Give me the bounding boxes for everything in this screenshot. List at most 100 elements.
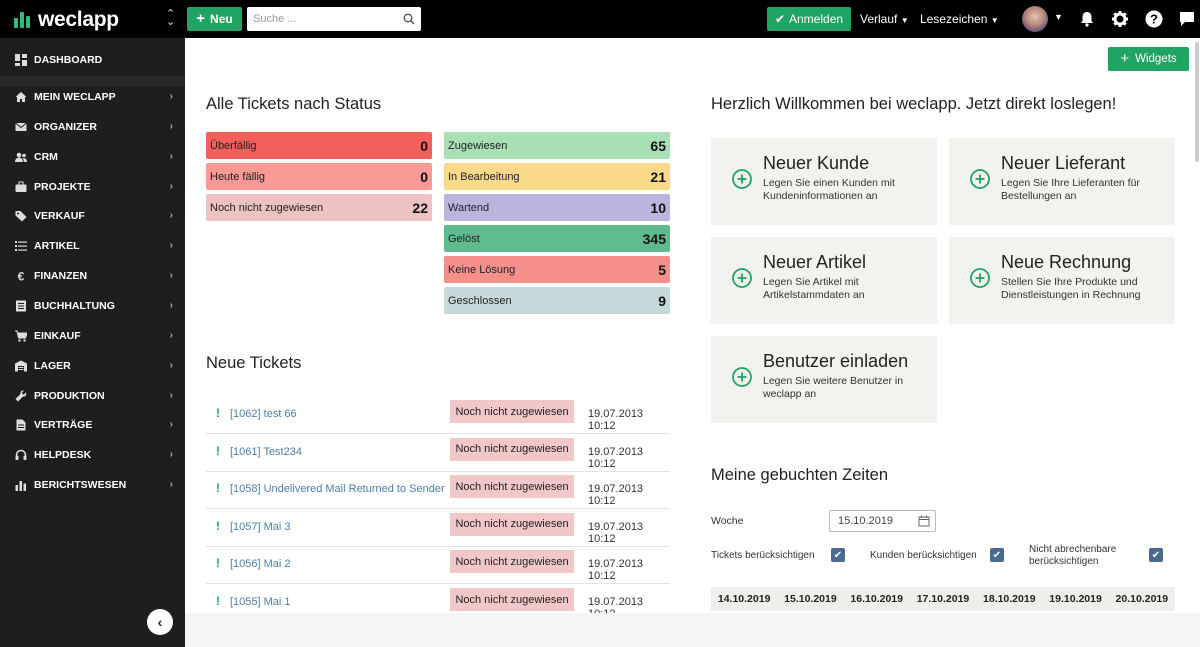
- status-tile[interactable]: Zugewiesen 65: [444, 132, 670, 159]
- top-navigation-bar: weclapp ⌃⌄ + Neu ✔ Anmelden Verlauf ▼ Le…: [0, 0, 1200, 38]
- quick-action-card[interactable]: Neue Rechnung Stellen Sie Ihre Produkte u…: [949, 237, 1175, 324]
- sidebar-item-label: ORGANIZER: [34, 120, 97, 133]
- day-column-header: 18.10.2019: [982, 593, 1036, 605]
- status-badge: Noch nicht zugewiesen: [450, 400, 574, 423]
- quick-action-card[interactable]: Benutzer einladen Legen Sie weitere Benut…: [711, 336, 937, 423]
- sidebar-item-label: VERKAUF: [34, 210, 85, 223]
- sidebar-item-label: PROJEKTE: [34, 180, 91, 193]
- sidebar-item-buchhaltung[interactable]: BUCHHALTUNG ›: [0, 292, 185, 320]
- status-badge: Noch nicht zugewiesen: [450, 512, 574, 536]
- chevron-right-icon: ›: [169, 419, 173, 431]
- sidebar-item-crm[interactable]: CRM ›: [0, 143, 185, 171]
- caret-down-icon[interactable]: ▼: [1054, 12, 1063, 22]
- bar-chart-icon: [14, 479, 27, 492]
- scrollbar[interactable]: [1195, 42, 1199, 162]
- bell-icon[interactable]: [1078, 10, 1096, 28]
- ticket-link[interactable]: [1062] test 66: [230, 408, 297, 420]
- status-tile[interactable]: Keine Lösung 5: [444, 256, 670, 283]
- sidebar-item-dashboard[interactable]: DASHBOARD: [0, 46, 185, 74]
- ticket-link[interactable]: [1058] Undelivered Mail Returned to Send…: [230, 483, 445, 495]
- card-description: Legen Sie einen Kunden mit Kundeninforma…: [763, 177, 895, 202]
- list-icon: [14, 240, 27, 253]
- warehouse-icon: [14, 359, 27, 372]
- history-dropdown[interactable]: Verlauf ▼: [860, 12, 909, 26]
- sidebar-item-label: DASHBOARD: [34, 54, 103, 66]
- status-tile[interactable]: Gelöst 345: [444, 225, 670, 252]
- customers-checkbox[interactable]: ✔: [990, 548, 1004, 562]
- quick-action-card[interactable]: Neuer Kunde Legen Sie einen Kunden mit Ku…: [711, 138, 937, 225]
- sidebar-item-label: HELPDESK: [34, 449, 92, 462]
- ticket-link[interactable]: [1055] Mai 1: [230, 596, 291, 608]
- search-box[interactable]: [247, 7, 421, 31]
- bookmarks-dropdown[interactable]: Lesezeichen ▼: [920, 12, 999, 26]
- status-tile[interactable]: Überfällig 0: [206, 132, 432, 159]
- ticket-link[interactable]: [1056] Mai 2: [230, 558, 291, 570]
- tickets-checkbox[interactable]: ✔: [831, 548, 845, 562]
- quick-action-card[interactable]: Neuer Artikel Legen Sie Artikel mit Artik…: [711, 237, 937, 324]
- caret-down-icon: ▼: [990, 16, 999, 25]
- plus-circle-icon: [732, 169, 752, 189]
- sidebar-item-verträge[interactable]: VERTRÄGE ›: [0, 411, 185, 439]
- plus-circle-icon: [732, 268, 752, 288]
- status-tile[interactable]: Noch nicht zugewiesen 22: [206, 194, 432, 221]
- search-input[interactable]: [253, 13, 393, 25]
- status-badge: Noch nicht zugewiesen: [450, 588, 574, 611]
- table-row: ! [1062] test 66 Noch nicht zugewiesen 19.0…: [206, 397, 670, 434]
- sidebar-item-produktion[interactable]: PRODUKTION ›: [0, 382, 185, 410]
- customers-checkbox-label: Kunden berücksichtigen: [870, 550, 977, 561]
- gear-icon[interactable]: [1111, 10, 1129, 28]
- collapse-arrows-icon[interactable]: ⌃ ⌄: [166, 9, 175, 28]
- weclapp-logo[interactable]: weclapp: [14, 8, 119, 32]
- week-date-value: 15.10.2019: [838, 515, 894, 527]
- chevron-right-icon: ›: [169, 150, 173, 162]
- sidebar-item-label: ARTIKEL: [34, 240, 80, 253]
- status-count: 22: [412, 199, 428, 216]
- sidebar-item-lager[interactable]: LAGER ›: [0, 352, 185, 380]
- sidebar-item-finanzen[interactable]: € FINANZEN ›: [0, 262, 185, 290]
- status-tile[interactable]: Wartend 10: [444, 194, 670, 221]
- ledger-icon: [14, 299, 27, 312]
- priority-icon: !: [216, 443, 220, 458]
- status-tile[interactable]: Geschlossen 9: [444, 287, 670, 314]
- status-badge: Noch nicht zugewiesen: [450, 475, 574, 499]
- chat-icon[interactable]: [1178, 10, 1196, 28]
- tag-icon: [14, 210, 27, 223]
- sidebar-item-einkauf[interactable]: EINKAUF ›: [0, 322, 185, 350]
- sidebar-item-artikel[interactable]: ARTIKEL ›: [0, 232, 185, 260]
- status-tile[interactable]: Heute fällig 0: [206, 163, 432, 190]
- card-title: Neuer Artikel: [763, 252, 867, 272]
- sidebar-item-label: CRM: [34, 150, 58, 163]
- cart-icon: [14, 329, 27, 342]
- sidebar-item-projekte[interactable]: PROJEKTE ›: [0, 173, 185, 201]
- new-button[interactable]: + Neu: [187, 7, 242, 31]
- calendar-icon[interactable]: [918, 515, 930, 527]
- sidebar-item-organizer[interactable]: ORGANIZER ›: [0, 113, 185, 141]
- help-icon[interactable]: ?: [1145, 10, 1163, 28]
- widgets-button[interactable]: + Widgets: [1108, 47, 1189, 71]
- ticket-link[interactable]: [1057] Mai 3: [230, 521, 291, 533]
- welcome-title: Herzlich Willkommen bei weclapp. Jetzt d…: [711, 95, 1117, 113]
- search-icon[interactable]: [403, 13, 415, 25]
- status-label: In Bearbeitung: [448, 170, 520, 183]
- nonbillable-checkbox[interactable]: ✔: [1149, 548, 1163, 562]
- plus-icon: +: [1120, 50, 1130, 67]
- collapse-sidebar-button[interactable]: ‹: [147, 609, 173, 635]
- card-description: Stellen Sie Ihre Produkte und Dienstleis…: [1001, 276, 1141, 301]
- status-tile[interactable]: In Bearbeitung 21: [444, 163, 670, 190]
- nonbillable-checkbox-label: Nicht abrechenbare berücksichtigen: [1029, 544, 1117, 567]
- footer-strip: [185, 613, 1200, 647]
- avatar[interactable]: [1022, 6, 1048, 32]
- status-label: Noch nicht zugewiesen: [210, 201, 324, 214]
- sidebar-item-berichtswesen[interactable]: BERICHTSWESEN ›: [0, 471, 185, 499]
- chevron-right-icon: ›: [169, 329, 173, 341]
- week-date-input[interactable]: 15.10.2019: [829, 510, 936, 532]
- sidebar-item-verkauf[interactable]: VERKAUF ›: [0, 202, 185, 230]
- logo-mark-icon: [14, 12, 32, 28]
- sidebar-item-mein-weclapp[interactable]: MEIN WECLAPP ›: [0, 83, 185, 111]
- ticket-link[interactable]: [1061] Test234: [230, 446, 302, 458]
- quick-action-card[interactable]: Neuer Lieferant Legen Sie Ihre Lieferante…: [949, 138, 1175, 225]
- status-count: 5: [658, 261, 666, 278]
- sidebar-item-helpdesk[interactable]: HELPDESK ›: [0, 441, 185, 469]
- login-button[interactable]: ✔ Anmelden: [767, 7, 851, 31]
- tickets-status-title: Alle Tickets nach Status: [206, 95, 382, 113]
